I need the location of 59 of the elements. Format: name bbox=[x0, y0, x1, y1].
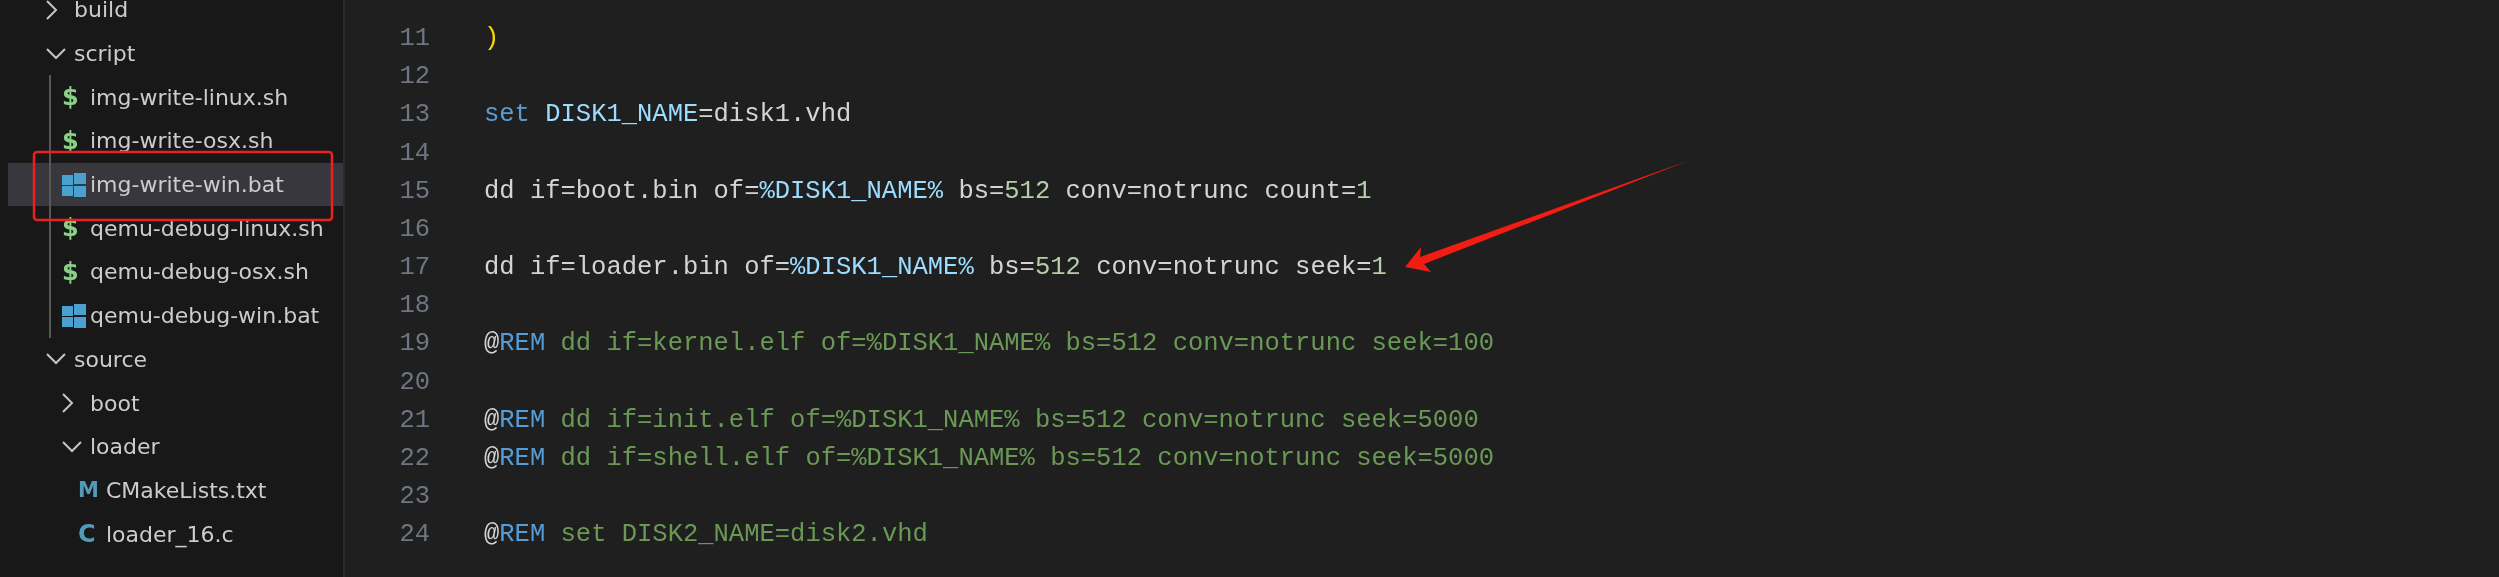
code-line: dd if=loader.bin of=%DISK1_NAME% bs=512 conv=notrunc seek=1 bbox=[484, 252, 1387, 285]
dollar-icon: $ bbox=[62, 85, 79, 110]
tree-item[interactable]: script bbox=[8, 31, 343, 76]
line-number: 16 bbox=[398, 213, 430, 246]
code-line: set DISK1_NAME=disk1.vhd bbox=[484, 99, 852, 132]
dollar-icon: $ bbox=[62, 259, 79, 284]
line-number: 24 bbox=[398, 519, 430, 552]
chevron-down-icon[interactable] bbox=[62, 440, 82, 453]
file-name: img-write-linux.sh bbox=[90, 83, 289, 112]
line-number: 23 bbox=[398, 481, 430, 514]
m-icon: M bbox=[78, 479, 99, 501]
line-number: 18 bbox=[398, 290, 430, 323]
dollar-icon: $ bbox=[62, 128, 79, 153]
windows-logo-icon bbox=[62, 172, 86, 197]
line-number: 14 bbox=[398, 137, 430, 170]
line-number: 19 bbox=[398, 328, 430, 361]
code-line: @REM dd if=init.elf of=%DISK1_NAME% bs=512 conv=notrunc seek=5000 bbox=[484, 404, 1479, 437]
file-name: loader_16.c bbox=[106, 520, 234, 550]
chevron-down-icon[interactable] bbox=[46, 353, 66, 366]
chevron-right-icon[interactable] bbox=[62, 393, 74, 414]
tree-item[interactable]: C loader_16.c bbox=[8, 512, 343, 556]
line-number: 15 bbox=[398, 175, 430, 208]
folder-name: loader bbox=[90, 433, 160, 462]
code-line: ) bbox=[484, 22, 500, 55]
line-number: 11 bbox=[398, 22, 430, 55]
code-line: dd if=boot.bin of=%DISK1_NAME% bs=512 conv=notrunc count=1 bbox=[484, 175, 1372, 208]
chevron-right-icon[interactable] bbox=[46, 0, 58, 20]
file-name: qemu-debug-win.bat bbox=[90, 302, 320, 331]
tree-item[interactable]: qemu-debug-win.bat bbox=[8, 293, 343, 338]
line-number: 12 bbox=[398, 61, 430, 94]
code-line: @REM set DISK2_NAME=disk2.vhd bbox=[484, 519, 928, 552]
chevron-down-icon[interactable] bbox=[46, 47, 66, 60]
folder-name: source bbox=[74, 345, 148, 374]
file-name: img-write-osx.sh bbox=[90, 127, 274, 156]
tree-item[interactable]: M CMakeLists.txt bbox=[8, 468, 343, 513]
tree-item[interactable]: build bbox=[8, 0, 343, 32]
code-line: @REM dd if=shell.elf of=%DISK1_NAME% bs=512 conv=notrunc seek=5000 bbox=[484, 443, 1494, 476]
line-number: 13 bbox=[398, 99, 430, 132]
line-number: 21 bbox=[398, 404, 430, 437]
file-name: qemu-debug-osx.sh bbox=[90, 258, 309, 287]
tree-item[interactable]: $ img-write-linux.sh bbox=[8, 75, 343, 120]
line-number: 20 bbox=[398, 366, 430, 399]
file-name: qemu-debug-linux.sh bbox=[90, 214, 324, 243]
line-number: 17 bbox=[398, 252, 430, 285]
tree-item[interactable]: img-write-win.bat bbox=[8, 162, 343, 207]
folder-name: boot bbox=[90, 389, 140, 418]
file-name: CMakeLists.txt bbox=[106, 476, 267, 505]
tree-item[interactable]: $ img-write-osx.sh bbox=[8, 119, 343, 163]
tree-item[interactable]: source bbox=[8, 337, 343, 382]
c-icon: C bbox=[78, 522, 96, 547]
folder-name: build bbox=[74, 0, 129, 25]
windows-logo-icon bbox=[62, 303, 86, 328]
line-number: 22 bbox=[398, 443, 430, 476]
file-name: img-write-win.bat bbox=[90, 171, 284, 200]
tree-item[interactable]: boot bbox=[8, 381, 343, 425]
folder-name: script bbox=[74, 40, 136, 69]
tree-item[interactable]: loader bbox=[8, 424, 343, 469]
tree-item[interactable]: $ qemu-debug-osx.sh bbox=[8, 250, 343, 294]
code-line: @REM dd if=kernel.elf of=%DISK1_NAME% bs=512 conv=notrunc seek=100 bbox=[484, 328, 1494, 361]
